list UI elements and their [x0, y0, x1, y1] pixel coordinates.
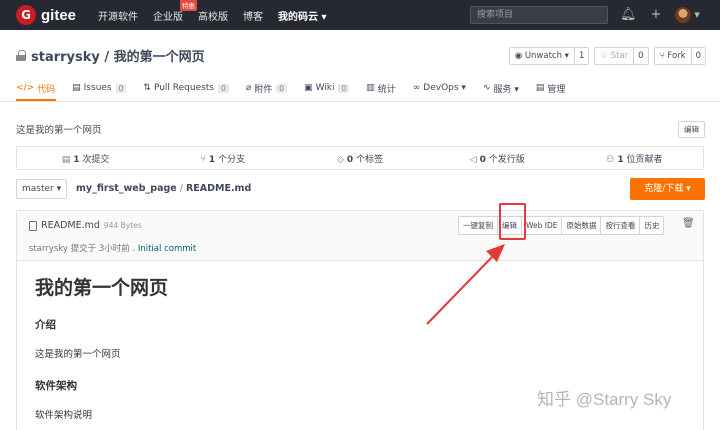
- annotation-arrow: [426, 244, 505, 325]
- arrow-shaft: [426, 254, 495, 325]
- watermark: 知乎 @Starry Sky: [537, 390, 672, 409]
